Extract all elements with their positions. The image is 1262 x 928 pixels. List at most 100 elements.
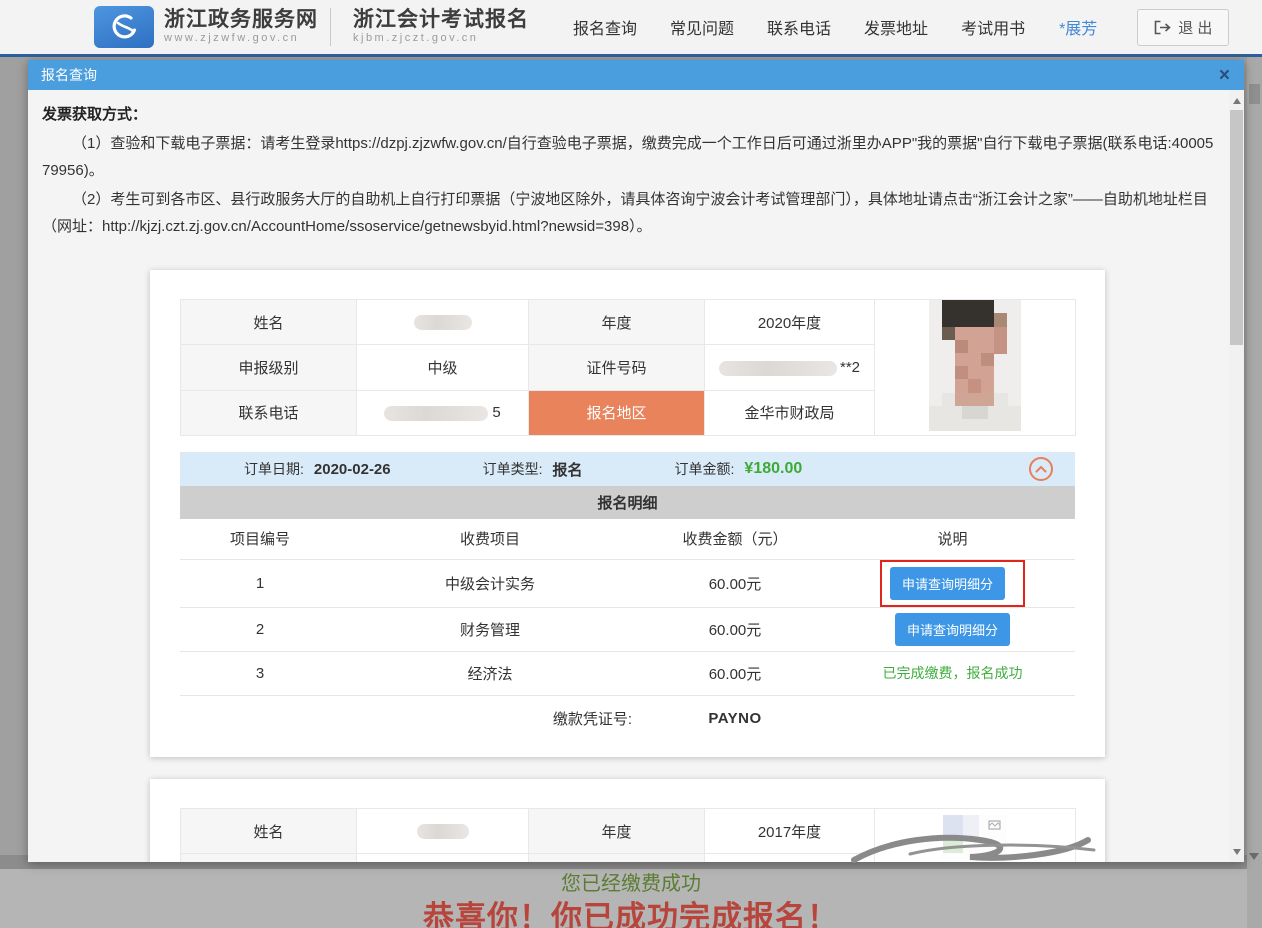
- main-nav: 报名查询 常见问题 联系电话 发票地址 考试用书: [573, 15, 1025, 39]
- modal-title: 报名查询: [41, 67, 97, 83]
- nav-item-invoice-address[interactable]: 发票地址: [864, 15, 928, 39]
- redacted-name: [416, 824, 469, 840]
- pixelated-photo: [929, 300, 1021, 431]
- header-item-no: 项目编号: [180, 519, 340, 560]
- level-label: 申报级别: [180, 344, 357, 391]
- level-value: 中级: [356, 344, 529, 391]
- year-label: 年度: [528, 808, 705, 854]
- modal-scrollbar-thumb[interactable]: [1230, 110, 1243, 345]
- fee-detail-table: 项目编号 收费项目 收费金额（元） 说明 1 中级会计实务 60.00元 申请查…: [180, 519, 1075, 741]
- order-type-label: 订单类型:: [482, 461, 543, 477]
- order-date-label: 订单日期:: [244, 461, 304, 477]
- signature-scribble: [851, 834, 1096, 863]
- nav-item-contact-phone[interactable]: 联系电话: [767, 15, 831, 39]
- header-fee-item: 收费项目: [340, 519, 640, 560]
- row-amount: 60.00元: [640, 559, 830, 608]
- chevron-up-icon: [1035, 465, 1047, 473]
- redacted-name: [413, 315, 472, 331]
- table-row: 姓名 年度 2020年度: [180, 298, 1076, 436]
- order-date-value: 2020-02-26: [313, 460, 391, 478]
- payment-voucher-row: 缴款凭证号: PAYNO: [180, 695, 1075, 741]
- invoice-notice-heading: 发票获取方式：: [42, 106, 148, 123]
- brand-title: 浙江政务服务网: [164, 8, 318, 32]
- detail-section-title: 报名明细: [180, 486, 1075, 519]
- modal-scrollbar-track[interactable]: [1229, 90, 1244, 862]
- applicant-photo: [874, 299, 1076, 436]
- phone-value: 5: [356, 389, 529, 437]
- page-scrollbar-track[interactable]: [1247, 57, 1262, 928]
- modal-titlebar: 报名查询 ×: [28, 60, 1244, 90]
- scroll-up-icon[interactable]: [1229, 92, 1244, 109]
- page-scroll-down-icon[interactable]: [1249, 853, 1259, 860]
- logout-button[interactable]: 退 出: [1137, 8, 1230, 46]
- app-url: kjbm.zjczt.gov.cn: [353, 32, 479, 45]
- status-badge: 已完成缴费，报名成功: [882, 665, 1023, 681]
- region-label: 报名地区: [528, 389, 705, 437]
- highlight-red-box: 申请查询明细分: [879, 559, 1025, 607]
- logout-icon: [1154, 20, 1171, 34]
- year-label: 年度: [528, 298, 705, 346]
- header-note: 说明: [830, 519, 1075, 560]
- site-header: 浙江政务服务网 www.zjzwfw.gov.cn 浙江会计考试报名 kjbm.…: [0, 0, 1262, 57]
- level-value: 初级: [356, 853, 529, 862]
- cert-label: 证件号码: [528, 853, 705, 862]
- scroll-down-icon[interactable]: [1229, 843, 1244, 860]
- registration-query-modal: 报名查询 × 发票获取方式： （1）查验和下载电子票据：请考生登录https:/…: [28, 60, 1244, 862]
- table-row: 1 中级会计实务 60.00元 申请查询明细分: [180, 559, 1075, 608]
- brand-url: www.zjzwfw.gov.cn: [164, 32, 300, 45]
- zhejiang-gov-logo-icon: [94, 6, 154, 48]
- row-note: 申请查询明细分: [830, 607, 1075, 652]
- row-amount: 60.00元: [640, 651, 830, 696]
- row-item: 中级会计实务: [340, 559, 640, 608]
- row-item: 经济法: [340, 651, 640, 696]
- site-logo[interactable]: 浙江政务服务网 www.zjzwfw.gov.cn 浙江会计考试报名 kjbm.…: [94, 6, 529, 48]
- app-text: 浙江会计考试报名 kjbm.zjczt.gov.cn: [353, 9, 529, 45]
- invoice-notice-line2: （2）考生可到各市区、县行政服务大厅的自助机上自行打印票据（宁波地区除外，请具体…: [42, 191, 1208, 235]
- cert-value: **2: [704, 344, 875, 391]
- name-label: 姓名: [180, 808, 357, 854]
- invoice-notice: 发票获取方式： （1）查验和下载电子票据：请考生登录https://dzpj.z…: [28, 90, 1244, 240]
- detail-header-row: 项目编号 收费项目 收费金额（元） 说明: [180, 519, 1075, 560]
- redacted-phone: [384, 405, 489, 421]
- cert-value: ***2: [704, 853, 875, 862]
- record-card-2020: 姓名 年度 2020年度 申报级别 中级 证件号码 **2 联系电话 5 报名地…: [150, 270, 1105, 757]
- order-type-value: 报名: [552, 461, 583, 479]
- name-label: 姓名: [180, 298, 357, 346]
- year-value: 2017年度: [704, 808, 875, 854]
- close-icon[interactable]: ×: [1219, 66, 1230, 85]
- voucher-value: PAYNO: [708, 709, 762, 727]
- brand-text: 浙江政务服务网 www.zjzwfw.gov.cn: [164, 9, 318, 45]
- header-fee-amount: 收费金额（元）: [640, 519, 830, 560]
- voucher-label: 缴款凭证号:: [552, 710, 632, 728]
- page-scrollbar-thumb[interactable]: [1249, 84, 1260, 104]
- order-amount-value: ¥180.00: [744, 460, 803, 477]
- row-no: 3: [180, 651, 340, 696]
- table-row: 3 经济法 60.00元 已完成缴费，报名成功: [180, 651, 1075, 696]
- order-amount-label: 订单金额:: [674, 461, 735, 477]
- modal-body: 发票获取方式： （1）查验和下载电子票据：请考生登录https://dzpj.z…: [28, 90, 1244, 862]
- username-link[interactable]: *展芳: [1059, 15, 1097, 39]
- row-amount: 60.00元: [640, 607, 830, 652]
- row-no: 2: [180, 607, 340, 652]
- collapse-order-button[interactable]: [1029, 457, 1053, 481]
- query-detail-button[interactable]: 申请查询明细分: [894, 612, 1010, 646]
- row-no: 1: [180, 559, 340, 608]
- query-detail-button[interactable]: 申请查询明细分: [889, 566, 1005, 600]
- invoice-notice-line1: （1）查验和下载电子票据：请考生登录https://dzpj.zjzwfw.go…: [42, 135, 1214, 179]
- table-row: 2 财务管理 60.00元 申请查询明细分: [180, 607, 1075, 652]
- nav-item-exam-books[interactable]: 考试用书: [961, 15, 1025, 39]
- order-summary-bar: 订单日期: 2020-02-26 订单类型: 报名 订单金额: ¥180.00: [180, 452, 1075, 486]
- name-value: [356, 298, 529, 346]
- nav-item-faq[interactable]: 常见问题: [670, 15, 734, 39]
- name-value: [356, 808, 529, 854]
- app-title: 浙江会计考试报名: [353, 8, 529, 32]
- nav-item-registration-query[interactable]: 报名查询: [573, 15, 637, 39]
- region-value: 金华市财政局: [704, 389, 875, 437]
- row-note: 申请查询明细分: [830, 559, 1075, 608]
- cert-label: 证件号码: [528, 344, 705, 391]
- phone-label: 联系电话: [180, 389, 357, 437]
- level-label: 申报级别: [180, 853, 357, 862]
- congrats-text: 恭喜你！你已成功完成报名！: [423, 900, 839, 928]
- applicant-info-table: 姓名 年度 2020年度 申报级别 中级 证件号码 **2 联系电话 5 报名地…: [180, 298, 1076, 437]
- row-note: 已完成缴费，报名成功: [830, 651, 1075, 696]
